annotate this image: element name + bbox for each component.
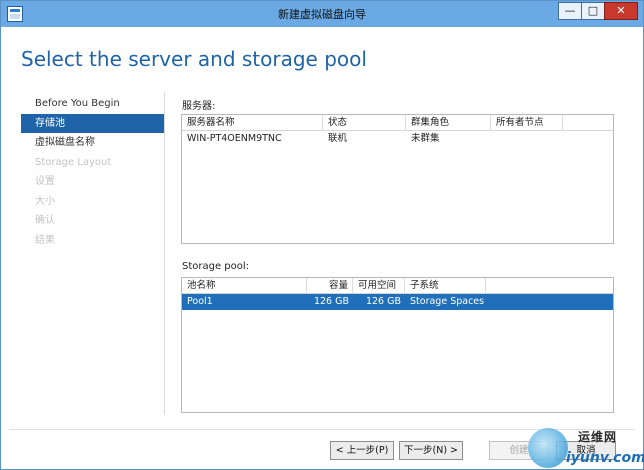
cell-cluster-role: 未群集	[411, 133, 440, 144]
watermark-top-text: 运维网	[578, 430, 618, 444]
column-header-capacity[interactable]: 容量	[307, 278, 353, 294]
nav-step-storage-pool[interactable]: 存储池	[21, 113, 164, 133]
column-header-free-space[interactable]: 可用空间	[353, 278, 405, 294]
storage-pool-table: 池名称 容量 可用空间 子系统 Pool1 126 GB 126 GB Stor…	[181, 277, 614, 413]
cell-server-name: WIN-PT4OENM9TNC	[187, 133, 282, 144]
nav-step-size: 大小	[35, 195, 55, 207]
server-table-header: 服务器名称 状态 群集角色 所有者节点	[182, 115, 613, 131]
window-title: 新建虚拟磁盘向导	[278, 8, 366, 21]
column-header-owner-node[interactable]: 所有者节点	[491, 115, 563, 131]
nav-step-confirmation: 确认	[35, 215, 55, 226]
cell-pool-name: Pool1	[187, 296, 213, 307]
cell-status: 联机	[328, 133, 348, 144]
wizard-steps-nav: Before You Begin 存储池 虚拟磁盘名称 Storage Layo…	[21, 94, 164, 250]
title-bar[interactable]: 新建虚拟磁盘向导 — □ ✕	[1, 1, 643, 27]
wizard-window: 新建虚拟磁盘向导 — □ ✕ Select the server and sto…	[0, 0, 644, 470]
server-table: 服务器名称 状态 群集角色 所有者节点 WIN-PT4OENM9TNC 联机 未…	[181, 114, 614, 244]
watermark-logo-icon	[528, 428, 568, 468]
nav-divider	[164, 92, 165, 415]
nav-step-before-you-begin[interactable]: Before You Begin	[21, 94, 164, 114]
nav-step-settings: 设置	[35, 176, 55, 187]
watermark-bottom-text: iyunv.com	[566, 450, 644, 466]
cell-owner-node	[491, 131, 563, 147]
next-button[interactable]: 下一步(N) >	[399, 441, 463, 460]
maximize-button[interactable]: □	[581, 2, 605, 20]
column-header-cluster-role[interactable]: 群集角色	[406, 115, 491, 131]
storage-pool-section-label: Storage pool:	[182, 261, 250, 272]
storage-pool-table-header: 池名称 容量 可用空间 子系统	[182, 278, 613, 294]
table-row-selected[interactable]: Pool1 126 GB 126 GB Storage Spaces	[182, 294, 613, 310]
nav-step-virtual-disk-name[interactable]: 虚拟磁盘名称	[21, 133, 164, 153]
cell-capacity: 126 GB	[313, 296, 349, 307]
column-header-status[interactable]: 状态	[323, 115, 406, 131]
close-button[interactable]: ✕	[604, 2, 638, 20]
cell-subsystem: Storage Spaces	[410, 296, 485, 307]
watermark: 运维网 iyunv.com	[528, 426, 644, 469]
minimize-button[interactable]: —	[558, 2, 582, 20]
column-header-server-name[interactable]: 服务器名称	[182, 115, 323, 131]
nav-step-results: 结果	[35, 234, 55, 246]
cell-free-space: 126 GB	[365, 296, 401, 307]
table-row[interactable]: WIN-PT4OENM9TNC 联机 未群集	[182, 131, 613, 147]
previous-button[interactable]: < 上一步(P)	[330, 441, 394, 460]
server-section-label: 服务器:	[182, 101, 216, 112]
nav-step-storage-layout: Storage Layout	[35, 156, 112, 168]
page-title: Select the server and storage pool	[21, 47, 367, 71]
column-header-pool-name[interactable]: 池名称	[182, 278, 307, 294]
column-header-subsystem[interactable]: 子系统	[405, 278, 486, 294]
